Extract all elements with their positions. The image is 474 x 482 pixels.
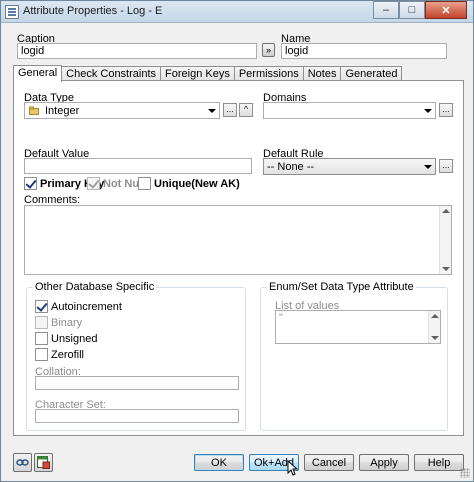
collation-input[interactable] [35,376,239,390]
list-of-values-scrollbar[interactable] [428,311,440,343]
checkbox-icon [35,348,48,361]
binary-label: Binary [51,316,83,329]
window-title: Attribute Properties - Log - E [23,5,163,17]
scroll-up-icon [442,209,450,213]
title-bar[interactable]: Attribute Properties - Log - E – □ ✕ [1,1,473,23]
default-rule-value: -- None -- [267,161,315,173]
cancel-button[interactable]: Cancel [304,454,354,471]
ok-button[interactable]: OK [194,454,244,471]
group-title: Enum/Set Data Type Attribute [267,281,416,293]
tab-check-constraints[interactable]: Check Constraints [61,66,162,81]
comments-scrollbar[interactable] [439,206,451,274]
mouse-cursor-icon [287,460,298,476]
scroll-down-icon [442,267,450,271]
checkbox-check-icon [87,177,100,190]
zerofill-checkbox[interactable]: Zerofill [35,348,84,361]
chevron-down-icon [424,165,432,169]
scroll-down-icon [431,336,439,340]
chevron-down-icon [208,109,216,113]
table-properties-icon [37,456,50,469]
tab-permissions[interactable]: Permissions [233,66,304,81]
name-input[interactable]: logid [281,43,447,59]
not-null-checkbox[interactable]: Not Null [87,177,145,190]
app-icon [5,5,19,19]
chevron-down-icon [424,109,432,113]
minimize-button[interactable]: – [373,1,399,19]
data-type-up-button[interactable]: ^ [239,103,253,117]
domains-more-button[interactable]: ... [439,103,453,117]
enum-set-group: Enum/Set Data Type Attribute List of val… [260,281,448,431]
unsigned-checkbox[interactable]: Unsigned [35,332,97,345]
data-type-more-button[interactable]: ... [223,103,237,117]
autoincrement-checkbox[interactable]: Autoincrement [35,300,122,313]
list-of-values-textarea[interactable]: " [275,310,441,344]
help-button[interactable]: Help [414,454,464,471]
general-tab-panel: Data Type Integer ... ^ Domains ... Defa… [13,80,464,436]
resize-grip-icon[interactable] [460,468,470,478]
attribute-properties-window: Attribute Properties - Log - E – □ ✕ Cap… [0,0,474,482]
link-chain-icon [16,459,29,466]
maximize-button[interactable]: □ [399,1,425,19]
tab-foreign-keys[interactable]: Foreign Keys [160,66,235,81]
bottom-tool-button-1[interactable] [13,453,32,472]
binary-checkbox[interactable]: Binary [35,316,82,329]
unique-label: Unique(New AK) [154,177,240,190]
zerofill-label: Zerofill [51,348,85,361]
tab-generated[interactable]: Generated [340,66,403,81]
data-type-select[interactable]: Integer [24,102,220,119]
checkbox-check-icon [35,300,48,313]
group-title: Other Database Specific [33,281,157,293]
checkbox-icon [35,316,48,329]
character-set-input[interactable] [35,409,239,423]
bottom-tool-button-2[interactable] [34,453,53,472]
comments-textarea[interactable] [24,205,452,275]
unsigned-label: Unsigned [51,332,98,345]
checkbox-check-icon [24,177,37,190]
copy-caption-to-name-button[interactable]: » [262,43,275,57]
checkbox-icon [35,332,48,345]
caption-input[interactable]: logid [17,43,257,59]
scroll-up-icon [431,314,439,318]
default-rule-select[interactable]: -- None -- [263,158,436,175]
tab-general[interactable]: General [13,65,63,82]
checkbox-icon [138,177,151,190]
list-of-values-first: " [279,312,283,324]
other-database-specific-group: Other Database Specific Autoincrement Bi… [26,281,246,431]
close-button[interactable]: ✕ [425,1,467,19]
domains-select[interactable] [263,102,436,119]
unique-checkbox[interactable]: Unique(New AK) [138,177,240,190]
tab-notes[interactable]: Notes [302,66,342,81]
datatype-icon [29,106,39,115]
apply-button[interactable]: Apply [359,454,409,471]
tab-strip: General Check Constraints Foreign Keys P… [13,65,403,82]
default-rule-more-button[interactable]: ... [439,159,453,173]
autoincrement-label: Autoincrement [51,300,122,313]
default-value-input[interactable] [24,158,252,174]
data-type-value: Integer [45,105,80,117]
